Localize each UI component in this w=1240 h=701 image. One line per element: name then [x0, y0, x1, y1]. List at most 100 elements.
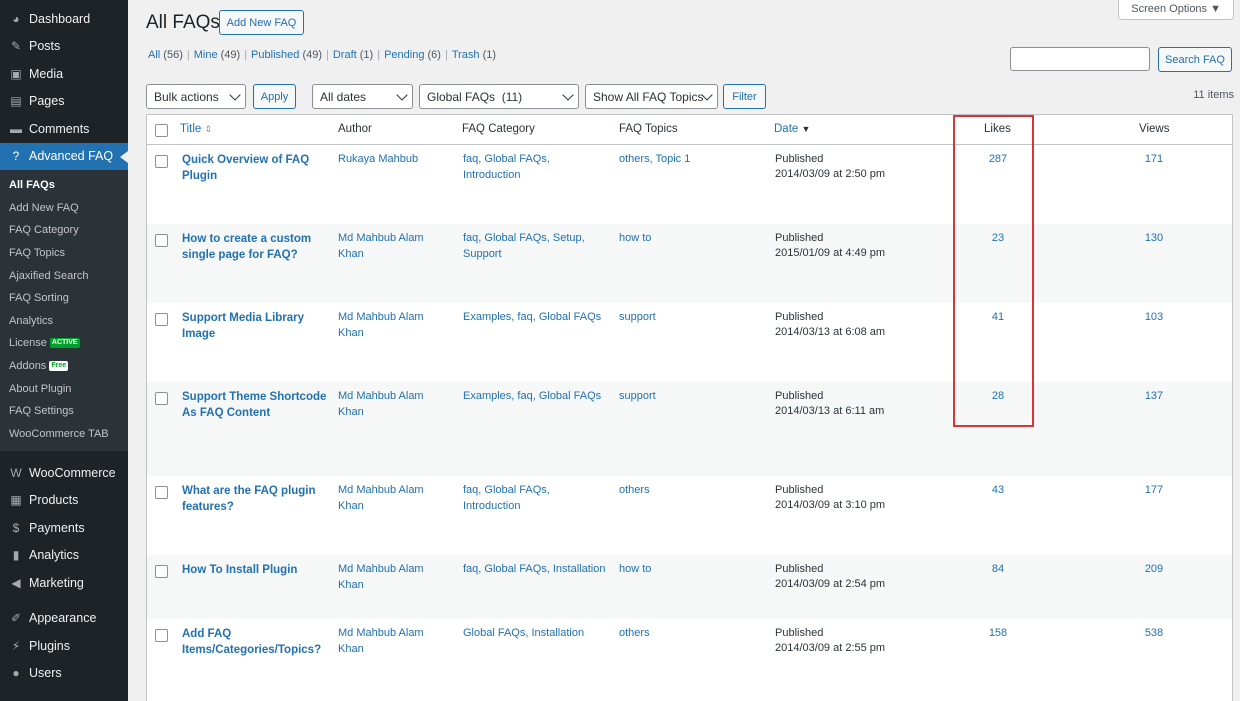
sidebar-item-payments[interactable]: $ Payments — [0, 514, 128, 542]
column-title-label[interactable]: Title — [180, 123, 201, 135]
submenu-item-ajaxified-search[interactable]: Ajaxified Search — [0, 264, 128, 287]
view-link-published[interactable]: Published — [251, 49, 299, 61]
author-link[interactable]: Md Mahbub Alam Khan — [338, 310, 438, 341]
row-checkbox[interactable] — [155, 234, 168, 247]
author-link[interactable]: Md Mahbub Alam Khan — [338, 231, 438, 262]
submenu-item-faq-sorting[interactable]: FAQ Sorting — [0, 287, 128, 310]
likes-count[interactable]: 41 — [968, 310, 1028, 326]
views-count[interactable]: 538 — [1124, 626, 1184, 642]
sidebar-item-advanced-faq[interactable]: ? Advanced FAQ — [0, 142, 128, 170]
select-all-checkbox[interactable] — [155, 124, 168, 137]
column-date-label[interactable]: Date — [774, 123, 798, 135]
row-checkbox[interactable] — [155, 629, 168, 642]
views-count[interactable]: 130 — [1124, 231, 1184, 247]
sidebar-item-pages[interactable]: ▤ Pages — [0, 88, 128, 116]
faq-title-link[interactable]: Add FAQ Items/Categories/Topics? — [182, 627, 332, 658]
views-count[interactable]: 103 — [1124, 310, 1184, 326]
pushpin-icon: ✎ — [10, 39, 22, 54]
likes-count[interactable]: 23 — [968, 231, 1028, 247]
faq-group-select[interactable]: Global FAQs (11) — [419, 84, 579, 109]
brush-icon: ✐ — [10, 611, 22, 626]
search-faq-button[interactable]: Search FAQ — [1158, 47, 1232, 72]
faq-title-link[interactable]: Quick Overview of FAQ Plugin — [182, 153, 332, 184]
submenu-item-addons[interactable]: Addons Free — [0, 355, 128, 378]
row-checkbox[interactable] — [155, 155, 168, 168]
view-link-draft[interactable]: Draft — [333, 49, 357, 61]
view-count: (6) — [427, 49, 441, 61]
author-link[interactable]: Md Mahbub Alam Khan — [338, 389, 438, 420]
view-link-trash[interactable]: Trash — [452, 49, 480, 61]
row-checkbox[interactable] — [155, 313, 168, 326]
date-text: 2014/03/13 at 6:11 am — [775, 405, 885, 417]
faq-title-link[interactable]: What are the FAQ plugin features? — [182, 484, 332, 515]
comment-icon: ▬ — [10, 121, 22, 136]
likes-count[interactable]: 158 — [968, 626, 1028, 642]
view-link-all[interactable]: All — [148, 49, 160, 61]
sidebar-item-comments[interactable]: ▬ Comments — [0, 115, 128, 143]
likes-count[interactable]: 84 — [968, 562, 1028, 578]
table-row: How to create a custom single page for F… — [147, 224, 1232, 303]
author-link[interactable]: Rukaya Mahbub — [338, 152, 438, 168]
author-link[interactable]: Md Mahbub Alam Khan — [338, 562, 438, 593]
view-link-pending[interactable]: Pending — [384, 49, 424, 61]
submenu-item-label: All FAQs — [9, 179, 55, 192]
row-checkbox[interactable] — [155, 392, 168, 405]
sidebar-item-plugins[interactable]: ⚡ Plugins — [0, 632, 128, 660]
add-new-faq-button[interactable]: Add New FAQ — [219, 10, 304, 35]
submenu-item-all-faqs[interactable]: All FAQs — [0, 174, 128, 197]
filter-button[interactable]: Filter — [723, 84, 766, 109]
sidebar-item-marketing[interactable]: ◀ Marketing — [0, 569, 128, 597]
submenu-item-faq-topics[interactable]: FAQ Topics — [0, 242, 128, 265]
likes-count[interactable]: 287 — [968, 152, 1028, 168]
plug-icon: ⚡ — [11, 638, 21, 653]
submenu-item-faq-settings[interactable]: FAQ Settings — [0, 400, 128, 423]
sidebar-item-analytics[interactable]: ▮ Analytics — [0, 542, 128, 570]
sidebar-item-media[interactable]: ▣ Media — [0, 60, 128, 88]
likes-count[interactable]: 43 — [968, 483, 1028, 499]
view-link-mine[interactable]: Mine — [194, 49, 218, 61]
search-input[interactable] — [1010, 47, 1150, 71]
views-count[interactable]: 209 — [1124, 562, 1184, 578]
bulk-actions-select[interactable]: Bulk actions — [146, 84, 246, 109]
sidebar-item-dashboard[interactable]: ◕ Dashboard — [0, 5, 128, 33]
sidebar-item-label: WooCommerce — [29, 465, 116, 480]
category-cell: Examples, faq, Global FAQs — [463, 390, 602, 402]
apply-button[interactable]: Apply — [253, 84, 296, 109]
sidebar-item-products[interactable]: ▦ Products — [0, 487, 128, 515]
screen-options-button[interactable]: Screen Options ▼ — [1118, 0, 1234, 20]
chevron-down-icon — [229, 89, 241, 101]
date-text: 2014/03/09 at 2:50 pm — [775, 168, 886, 180]
views-count[interactable]: 177 — [1124, 483, 1184, 499]
column-title[interactable]: Title ⇕ — [180, 123, 212, 135]
topics-select[interactable]: Show All FAQ Topics — [585, 84, 718, 109]
author-link[interactable]: Md Mahbub Alam Khan — [338, 483, 438, 514]
submenu-item-add-new-faq[interactable]: Add New FAQ — [0, 197, 128, 220]
view-count: (49) — [220, 49, 241, 61]
sidebar-item-woocommerce[interactable]: W WooCommerce — [0, 459, 128, 487]
row-checkbox[interactable] — [155, 565, 168, 578]
views-count[interactable]: 137 — [1124, 389, 1184, 405]
sidebar-item-users[interactable]: ● Users — [0, 660, 128, 688]
view-count: (1) — [359, 49, 374, 61]
author-link[interactable]: Md Mahbub Alam Khan — [338, 626, 438, 657]
topics-cell: others — [619, 484, 650, 496]
faq-title-link[interactable]: How To Install Plugin — [182, 563, 332, 579]
submenu-item-woocommerce-tab[interactable]: WooCommerce TAB — [0, 423, 128, 446]
faq-title-link[interactable]: How to create a custom single page for F… — [182, 232, 332, 263]
sidebar-item-appearance[interactable]: ✐ Appearance — [0, 605, 128, 633]
chevron-down-icon — [562, 89, 574, 101]
column-date[interactable]: Date ▼ — [774, 123, 810, 135]
dates-select[interactable]: All dates — [312, 84, 413, 109]
chevron-down-icon — [396, 89, 408, 101]
sort-desc-icon: ▼ — [801, 124, 811, 134]
views-count[interactable]: 171 — [1124, 152, 1184, 168]
submenu-item-about-plugin[interactable]: About Plugin — [0, 377, 128, 400]
row-checkbox[interactable] — [155, 486, 168, 499]
sidebar-item-posts[interactable]: ✎ Posts — [0, 33, 128, 61]
submenu-item-analytics[interactable]: Analytics — [0, 310, 128, 333]
faq-title-link[interactable]: Support Theme Shortcode As FAQ Content — [182, 390, 332, 421]
submenu-item-faq-category[interactable]: FAQ Category — [0, 219, 128, 242]
faq-title-link[interactable]: Support Media Library Image — [182, 311, 332, 342]
likes-count[interactable]: 28 — [968, 389, 1028, 405]
submenu-item-license[interactable]: License ACTIVE — [0, 332, 128, 355]
